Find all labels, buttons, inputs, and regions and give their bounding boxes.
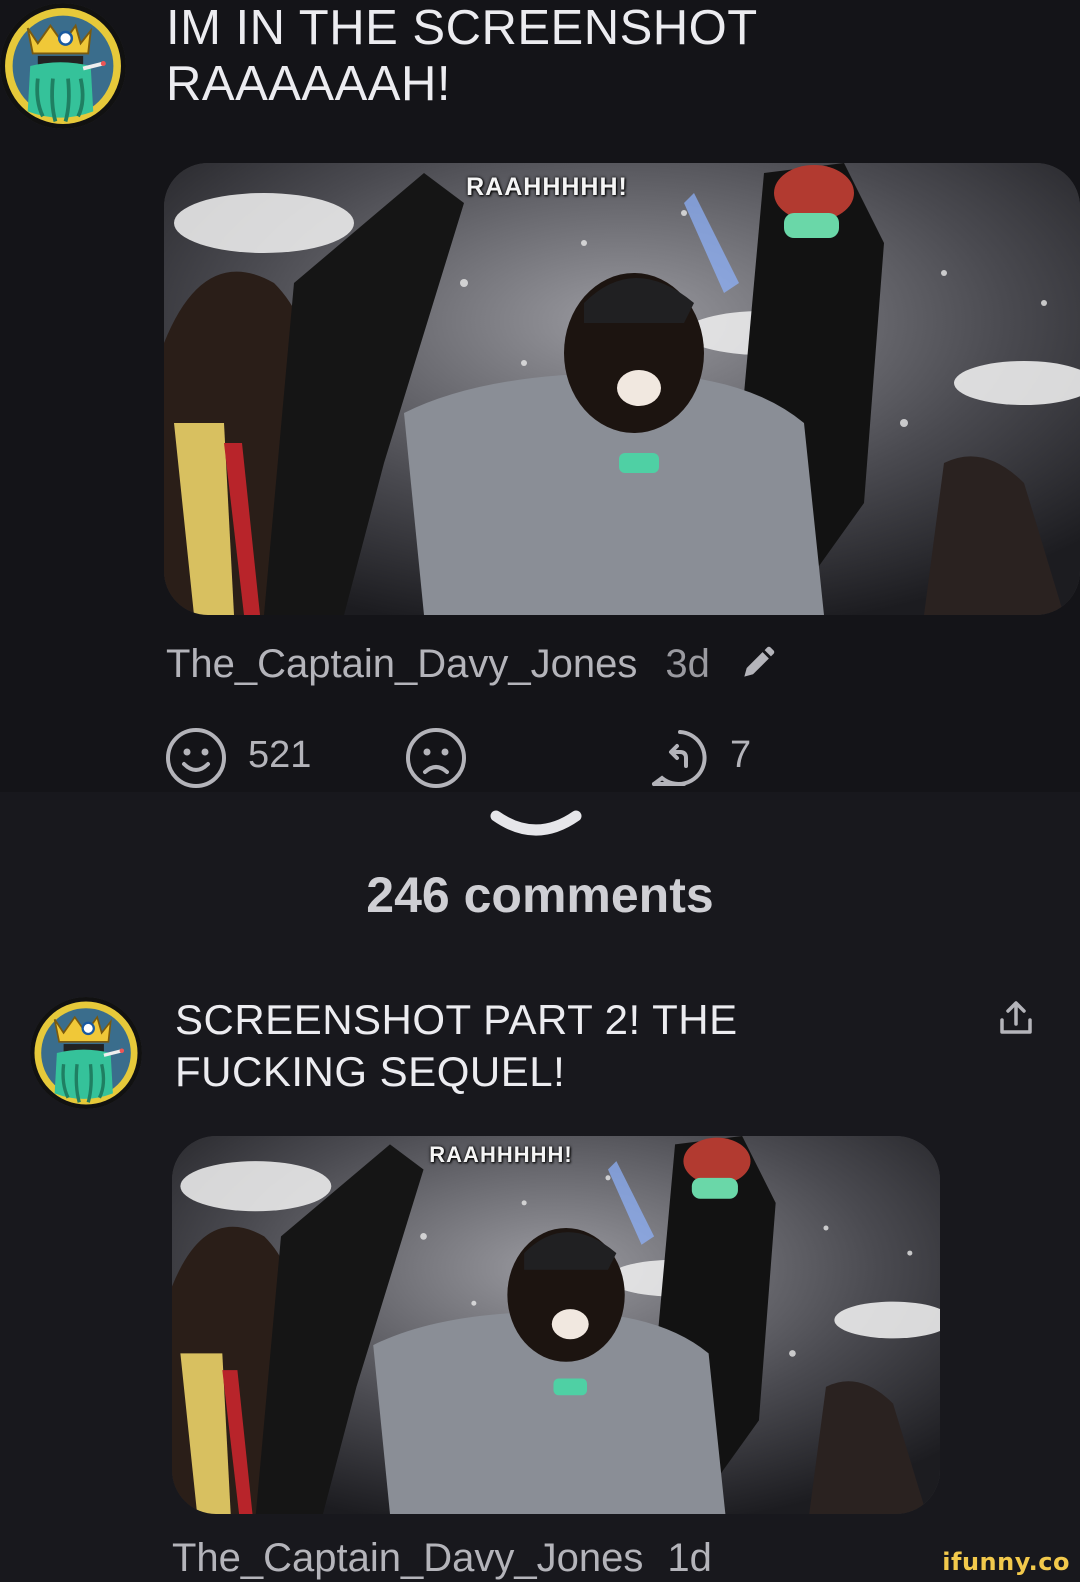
timestamp: 3d <box>665 641 710 686</box>
avatar[interactable] <box>0 3 126 129</box>
comment-actions: 521 7 <box>164 726 864 790</box>
share-icon[interactable] <box>996 998 1036 1038</box>
comments-count-heading: 246 comments <box>366 867 714 923</box>
pencil-icon[interactable] <box>738 645 776 683</box>
image-caption: RAAHHHHH! <box>429 1142 573 1167</box>
comment-image[interactable]: RAAHHHHH! <box>172 1136 940 1514</box>
comment-text: SCREENSHOT PART 2! THE FUCKING SEQUEL! <box>175 996 738 1095</box>
image-caption: RAAHHHHH! <box>466 173 628 201</box>
post-screen: IM IN THE SCREENSHOT RAAAAAAH! RAAHHHHH!… <box>0 0 1080 1582</box>
author-name[interactable]: The_Captain_Davy_Jones <box>166 642 637 687</box>
avatar[interactable] <box>30 997 142 1109</box>
author-name[interactable]: The_Captain_Davy_Jones <box>172 1536 643 1582</box>
smile-count: 521 <box>248 734 312 776</box>
comment-text: IM IN THE SCREENSHOT RAAAAAAH! <box>166 1 757 111</box>
timestamp: 1d <box>667 1536 712 1580</box>
watermark: ifunny.co <box>942 1548 1070 1576</box>
frown-icon[interactable] <box>404 726 468 790</box>
chevron-down-icon[interactable] <box>490 808 582 848</box>
reply-count: 7 <box>730 734 752 776</box>
comment-meta: The_Captain_Davy_Jones 1d <box>172 1536 712 1582</box>
smile-icon[interactable] <box>164 726 228 790</box>
parent-comment: IM IN THE SCREENSHOT RAAAAAAH! RAAHHHHH!… <box>0 0 1080 792</box>
comment-image[interactable]: RAAHHHHH! <box>164 163 1080 615</box>
reply-icon[interactable] <box>648 726 712 790</box>
comment-meta: The_Captain_Davy_Jones 3d <box>166 634 776 694</box>
